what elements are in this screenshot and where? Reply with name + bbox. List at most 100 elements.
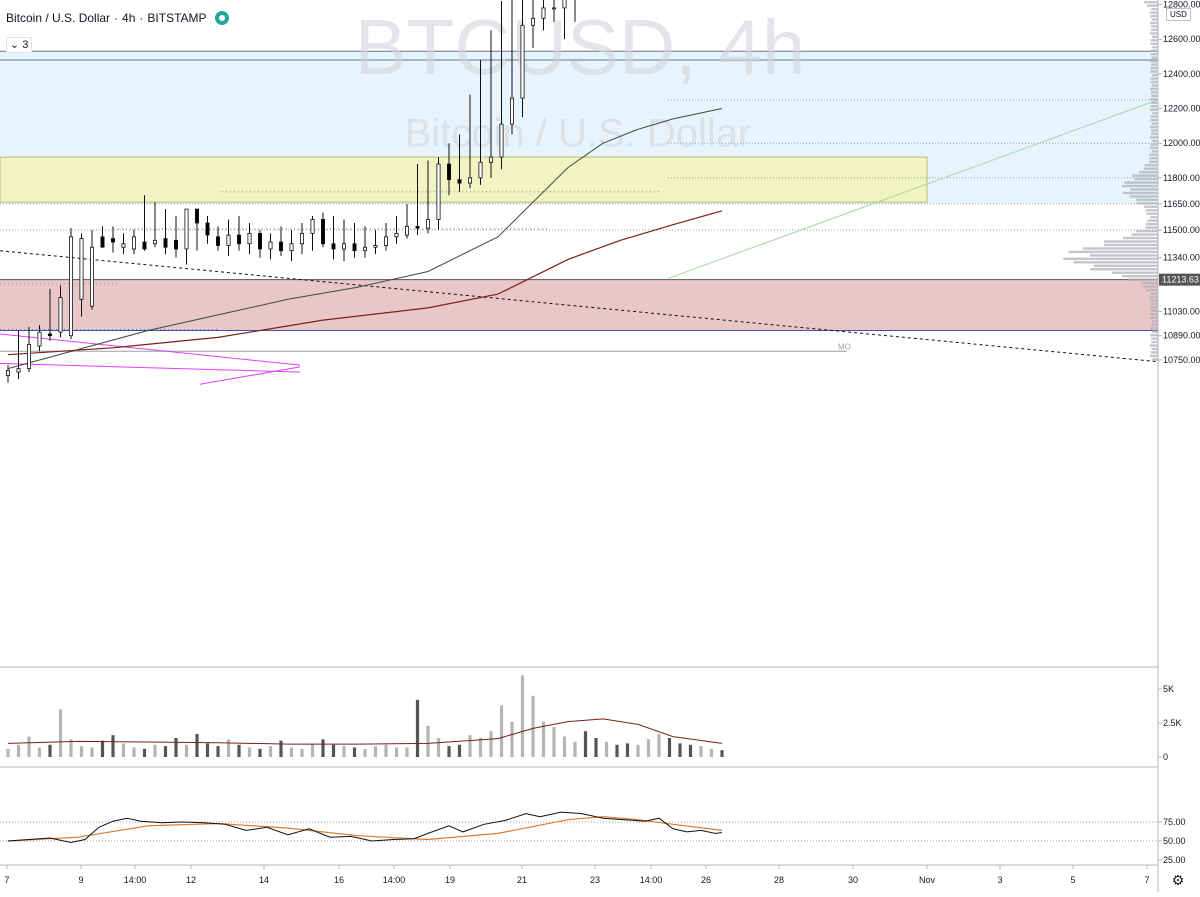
volume-profile-bar	[1134, 177, 1158, 181]
time-tick-label: 3	[997, 875, 1002, 885]
volume-profile-bar	[1150, 327, 1158, 330]
volume-profile-bar	[1152, 73, 1158, 77]
volume-profile-bar	[1151, 56, 1158, 59]
volume-profile-bar	[1122, 274, 1158, 278]
volume-bar	[646, 739, 651, 757]
candle-down	[278, 241, 283, 252]
volume-profile-bar	[1149, 11, 1158, 14]
volume-profile-bar	[1141, 281, 1158, 285]
candle-up	[6, 369, 11, 376]
candle-up	[299, 232, 304, 245]
volume-profile-bar	[1150, 66, 1158, 70]
volume-bar	[205, 743, 210, 757]
volume-profile-bar	[1152, 111, 1158, 115]
volume-bar	[363, 748, 367, 757]
price-tag-level: 11213.63	[1162, 275, 1199, 285]
volume-profile-bar	[1150, 333, 1158, 337]
volume-profile-bar	[1150, 292, 1158, 295]
volume-profile-bar	[1151, 309, 1158, 313]
volume-bar	[142, 748, 147, 757]
volume-profile-bar	[1130, 188, 1158, 191]
volume-profile-bar	[1104, 243, 1158, 247]
volume-profile-bar	[1152, 46, 1158, 49]
candle-down	[142, 241, 147, 250]
volume-profile-bar	[1122, 236, 1158, 240]
price-tick-label: 11030.00	[1163, 306, 1200, 316]
time-tick-label: 14:00	[124, 875, 147, 885]
volume-bar	[384, 744, 388, 757]
volume-profile-bar	[1150, 49, 1158, 52]
candle-down	[415, 226, 420, 229]
currency-badge[interactable]: USD	[1166, 8, 1191, 21]
time-tick-label: 14:00	[383, 875, 406, 885]
volume-tick-label: 5K	[1163, 684, 1174, 694]
magenta-line	[0, 362, 301, 373]
volume-profile-bar	[1121, 184, 1158, 188]
volume-bar	[394, 747, 399, 757]
candle-up	[362, 246, 367, 252]
volume-profile-bar	[1145, 288, 1158, 292]
time-tick-label: 7	[4, 875, 9, 885]
time-tick-label: 26	[701, 875, 711, 885]
candle-down	[48, 333, 53, 337]
symbol-header[interactable]: Bitcoin / U.S. Dollar · 4h · BITSTAMP	[6, 11, 229, 25]
volume-profile-bar	[1152, 358, 1158, 361]
volume-bar	[121, 743, 126, 757]
volume-tick-label: 0	[1163, 752, 1168, 762]
volume-profile-bar	[1150, 354, 1158, 358]
volume-profile-bar	[1151, 132, 1158, 136]
indicator-toggle[interactable]: ⌄ 3	[6, 37, 33, 53]
volume-bar	[415, 699, 420, 757]
time-tick-label: 7	[1144, 875, 1149, 885]
time-tick-label: 21	[517, 875, 527, 885]
header-separator: ·	[114, 11, 119, 25]
chart-canvas[interactable]: BTCUSD, 4hBitcoin / U.S. DollarDO / WOMO…	[0, 0, 1200, 892]
volume-bars	[6, 675, 724, 757]
volume-profile-bar	[1150, 42, 1158, 46]
volume-profile-bar	[1151, 122, 1158, 125]
volume-profile-bar	[1131, 174, 1158, 177]
volume-bar	[478, 737, 483, 757]
volume-profile-bar	[1123, 191, 1158, 195]
volume-profile-bar	[1150, 108, 1158, 111]
candle-up	[541, 7, 546, 19]
chevron-down-icon: ⌄	[10, 39, 20, 51]
volume-profile-bar	[1150, 136, 1158, 139]
candle-up	[562, 0, 567, 9]
time-tick-label: 28	[774, 875, 784, 885]
candle-up	[226, 234, 231, 246]
candle-up	[394, 232, 399, 238]
gear-icon[interactable]: ⚙	[1172, 872, 1185, 888]
volume-tick-label: 2.5K	[1163, 718, 1182, 728]
market-status-icon[interactable]	[214, 11, 229, 25]
volume-bar	[331, 744, 336, 757]
volume-bar	[699, 746, 703, 757]
volume-profile-bar	[1073, 261, 1158, 264]
volume-profile-bar	[1136, 229, 1158, 233]
volume-profile-bar	[1151, 129, 1158, 132]
volume-profile-bar	[1149, 153, 1158, 157]
interval-label[interactable]: 4h	[122, 11, 135, 25]
volume-profile-bar	[1149, 157, 1158, 160]
volume-bar	[678, 743, 682, 757]
red-zone	[0, 279, 1158, 331]
candle-down	[215, 236, 220, 246]
volume-profile-bar	[1144, 1, 1158, 4]
volume-profile-bar	[1147, 219, 1158, 222]
candle-down	[457, 179, 462, 184]
candle-down	[257, 232, 262, 250]
volume-profile-bar	[1150, 143, 1158, 146]
time-tick-label: 23	[590, 875, 600, 885]
volume-profile-bar	[1151, 18, 1158, 21]
volume-profile-bar	[1150, 313, 1158, 316]
volume-bar	[531, 695, 535, 757]
volume-profile-bar	[1149, 306, 1158, 309]
rsi-tick-label: 75.00	[1163, 817, 1186, 827]
volume-profile-bar	[1063, 257, 1158, 261]
volume-profile-bar	[1151, 347, 1158, 351]
volume-bar	[489, 731, 493, 757]
price-tick-label: 12600.00	[1163, 34, 1200, 44]
volume-bar	[667, 737, 672, 757]
volume-bar	[132, 747, 136, 757]
volume-bar	[405, 747, 409, 757]
